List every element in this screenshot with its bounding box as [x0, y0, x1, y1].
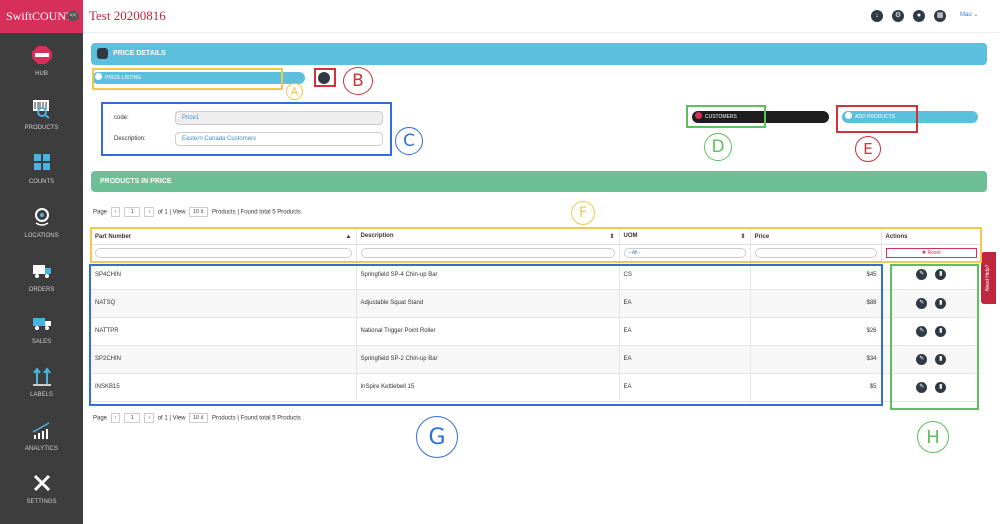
collapse-sidebar-button[interactable]: << [67, 11, 79, 21]
document-icon [97, 48, 108, 59]
pager-found: Products | Found total 5 Products [211, 415, 301, 422]
page-title: Test 20200816 [89, 8, 166, 23]
nav-label: SETTINGS [26, 499, 57, 505]
next-page-button[interactable]: › [144, 413, 155, 423]
user-menu[interactable]: Mau ⌄ [960, 11, 978, 18]
nav-label: HUB [35, 71, 48, 77]
location-icon [34, 208, 49, 226]
annotation-box-a [92, 68, 283, 90]
nav-analytics[interactable]: ANALYTICS [0, 420, 83, 474]
pager-of: of 1 | View [157, 415, 186, 422]
nav-label: LOCATIONS [24, 233, 59, 239]
need-help-tab[interactable]: Need Help? [981, 252, 996, 304]
sidebar: SwiftCOUNT << HUB PRODUCTS COUNTS LOCATI… [0, 0, 83, 524]
annotation-box-d [686, 105, 766, 128]
annotation-box-h [890, 264, 979, 410]
page-input[interactable]: 1 [124, 413, 141, 423]
view-select[interactable]: 10 ⇕ [189, 413, 209, 423]
tools-icon [33, 474, 50, 492]
barcode-icon [32, 100, 50, 119]
nav-label: PRODUCTS [24, 125, 59, 131]
nav-label: SALES [31, 339, 52, 345]
annotation-label-d: D [704, 133, 732, 161]
pager-of: of 1 | View [157, 209, 186, 216]
annotation-label-c: C [395, 127, 423, 155]
page-input[interactable]: 1 [124, 207, 141, 217]
nav-locations[interactable]: LOCATIONS [0, 207, 83, 261]
pager-page-label: Page [93, 209, 108, 216]
price-details-title: PRICE DETAILS [113, 50, 166, 57]
nav-label: ORDERS [28, 287, 55, 293]
nav-products[interactable]: PRODUCTS [0, 99, 83, 153]
products-header: PRODUCTS IN PRICE [91, 171, 987, 192]
nav-counts[interactable]: COUNTS [0, 153, 83, 207]
annotation-box-c [101, 102, 392, 156]
pager-top: Page ‹ 1 › of 1 | View 10 ⇕ Products | Fou… [93, 207, 301, 217]
delivery-truck-icon [32, 318, 51, 330]
stop-sign-icon [31, 46, 52, 64]
products-title: PRODUCTS IN PRICE [100, 178, 172, 185]
nav-label: LABELS [30, 392, 53, 398]
nav-labels[interactable]: LABELS [0, 366, 83, 420]
download-icon[interactable]: ↓ [871, 10, 883, 22]
nav-orders[interactable]: ORDERS [0, 261, 83, 315]
prev-page-button[interactable]: ‹ [110, 207, 121, 217]
analytics-icon [32, 422, 49, 439]
annotation-box-e [836, 105, 918, 133]
next-page-button[interactable]: › [144, 207, 155, 217]
counter-icon [33, 154, 50, 170]
top-bar: Test 20200816 ↓ ⚙ ● ▦ Mau ⌄ [83, 0, 1000, 33]
notification-icon[interactable]: ● [913, 10, 925, 22]
annotation-label-h: H [917, 421, 949, 453]
annotation-box-f [90, 227, 982, 263]
annotation-label-g: G [416, 416, 458, 458]
truck-icon [32, 265, 51, 278]
pager-found: Products | Found total 5 Products [211, 209, 301, 216]
calendar-icon[interactable]: ▦ [934, 10, 946, 22]
labels-icon [32, 367, 51, 386]
settings-icon[interactable]: ⚙ [892, 10, 904, 22]
nav-hub[interactable]: HUB [0, 45, 83, 99]
annotation-label-a: A [286, 83, 303, 100]
pager-page-label: Page [93, 415, 108, 422]
nav-label: COUNTS [28, 179, 55, 185]
nav-label: ANALYTICS [25, 446, 58, 452]
annotation-box-g [89, 264, 883, 406]
annotation-label-b: B [343, 67, 373, 95]
nav-settings[interactable]: SETTINGS [0, 473, 83, 524]
view-select[interactable]: 10 ⇕ [189, 207, 209, 217]
prev-page-button[interactable]: ‹ [110, 413, 121, 423]
annotation-label-f: F [571, 201, 595, 225]
annotation-label-e: E [855, 136, 881, 162]
pager-bottom: Page ‹ 1 › of 1 | View 10 ⇕ Products | Fou… [93, 413, 301, 423]
price-details-header: PRICE DETAILS [91, 43, 987, 65]
annotation-box-b [314, 68, 336, 87]
nav-sales[interactable]: SALES [0, 313, 83, 367]
